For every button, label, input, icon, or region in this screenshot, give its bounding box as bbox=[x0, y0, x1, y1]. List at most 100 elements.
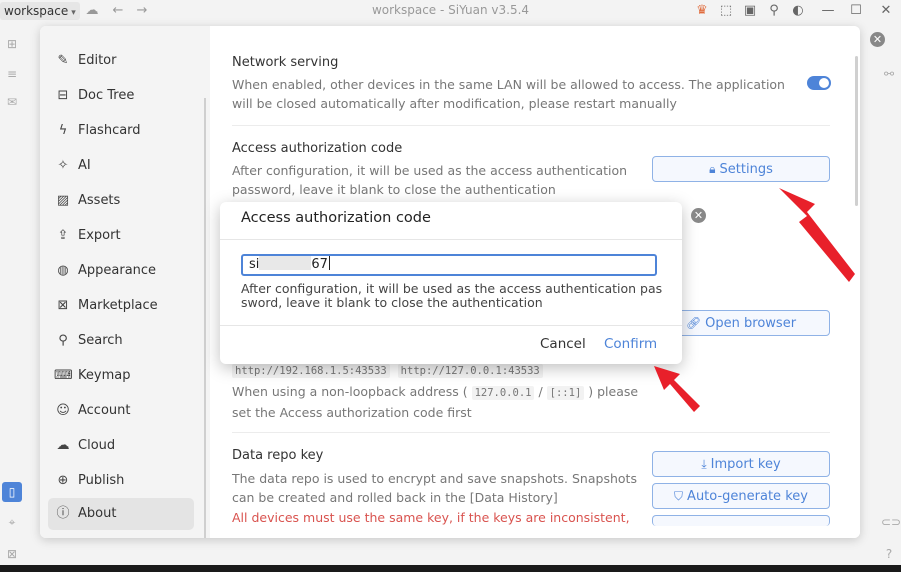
user-icon: ☺ bbox=[56, 403, 70, 418]
shield-icon: ⛉ bbox=[674, 489, 684, 503]
auto-generate-key-button[interactable]: ⛉ Auto-generate key bbox=[652, 483, 830, 509]
sidebar-item-search[interactable]: ⚲ Search bbox=[48, 325, 194, 357]
dialog-title: Access authorization code bbox=[241, 210, 431, 226]
image-icon: ▨ bbox=[56, 193, 70, 208]
sidebar-item-editor[interactable]: ✎ Editor bbox=[48, 45, 194, 77]
crown-icon[interactable]: ♛ bbox=[694, 3, 710, 19]
export-icon: ⇪ bbox=[57, 228, 69, 243]
bookmark-icon[interactable]: ▯ bbox=[2, 482, 22, 502]
sidebar-item-label: Export bbox=[78, 228, 121, 243]
network-serving-toggle[interactable] bbox=[807, 76, 831, 90]
ai-sparkle-icon: ✧ bbox=[57, 158, 69, 173]
text-caret bbox=[328, 256, 330, 270]
tray-icon[interactable]: ▣ bbox=[742, 3, 758, 19]
auth-code-dialog: Access authorization code si 67 After con… bbox=[220, 202, 682, 364]
status-bar: ⊠ ? bbox=[0, 543, 901, 565]
sidebar-item-ai[interactable]: ✧ AI bbox=[48, 150, 194, 182]
lan-address[interactable]: http://192.168.1.5:43533 bbox=[232, 364, 390, 378]
auth-code-prefix: si bbox=[249, 257, 260, 272]
help-icon[interactable]: ? bbox=[881, 546, 897, 562]
file-tree-icon[interactable]: ⊞ bbox=[4, 36, 20, 52]
lock-icon: 🔒︎ bbox=[709, 162, 716, 176]
sidebar-item-keymap[interactable]: ⌨ Keymap bbox=[48, 360, 194, 392]
cancel-button[interactable]: Cancel bbox=[540, 336, 586, 352]
graph-icon[interactable]: ⚯ bbox=[881, 66, 897, 82]
sidebar-item-publish[interactable]: ⊕ Publish bbox=[48, 465, 194, 497]
auth-code-input[interactable]: si 67 bbox=[241, 254, 657, 276]
sidebar-item-assets[interactable]: ▨ Assets bbox=[48, 185, 194, 217]
network-serving-desc: When enabled, other devices in the same … bbox=[232, 77, 785, 111]
maximize-icon[interactable]: ☐ bbox=[848, 3, 864, 19]
sidebar-item-cloud[interactable]: ☁ Cloud bbox=[48, 430, 194, 462]
sidebar-item-label: Account bbox=[78, 403, 131, 418]
divider bbox=[232, 432, 830, 433]
non-loopback-note: When using a non-loopback address ( 127.… bbox=[232, 382, 642, 422]
confirm-button[interactable]: Confirm bbox=[604, 336, 657, 352]
puzzle-icon[interactable]: ⬚ bbox=[718, 3, 734, 19]
sidebar-item-export[interactable]: ⇪ Export bbox=[48, 220, 194, 252]
content-scrollbar[interactable] bbox=[855, 56, 858, 206]
minimize-icon[interactable]: — bbox=[820, 3, 836, 19]
dock-toggle-icon[interactable]: ⊠ bbox=[4, 546, 20, 562]
sidebar-item-label: Assets bbox=[78, 193, 121, 208]
dialog-description: After configuration, it will be used as … bbox=[241, 281, 663, 310]
data-repo-key-desc: The data repo is used to encrypt and sav… bbox=[232, 471, 637, 505]
sidebar-item-doc-tree[interactable]: ⊟ Doc Tree bbox=[48, 80, 194, 112]
auth-code-title: Access authorization code bbox=[232, 141, 403, 156]
sidebar-item-label: About bbox=[78, 506, 117, 521]
sidebar-scrollbar[interactable] bbox=[204, 98, 206, 538]
annotation-arrow-confirm bbox=[654, 366, 700, 412]
keyboard-icon: ⌨ bbox=[54, 368, 73, 383]
outline-icon[interactable]: ≡ bbox=[4, 66, 20, 82]
cloud-icon: ☁ bbox=[56, 438, 70, 453]
sidebar-item-label: Flashcard bbox=[78, 123, 141, 138]
divider bbox=[232, 125, 830, 126]
left-dock: ⊞ ≡ ✉ ▯ ⌖ bbox=[0, 22, 24, 542]
sidebar-item-label: Appearance bbox=[78, 263, 157, 278]
sidebar-item-label: Editor bbox=[78, 53, 117, 68]
download-icon: ⤓ bbox=[701, 457, 707, 471]
toggle-knob bbox=[819, 78, 829, 88]
marketplace-icon: ⊠ bbox=[57, 298, 69, 313]
backlink-icon[interactable]: ⊂⊃ bbox=[881, 514, 901, 530]
sidebar-item-label: Cloud bbox=[78, 438, 116, 453]
annotation-arrow-settings bbox=[779, 188, 855, 282]
data-repo-key-warning: All devices must use the same key, if th… bbox=[232, 510, 630, 525]
dialog-divider bbox=[220, 325, 682, 326]
sidebar-item-label: Keymap bbox=[78, 368, 131, 383]
dialog-divider bbox=[220, 239, 682, 240]
inbox-icon[interactable]: ✉ bbox=[4, 94, 20, 110]
sidebar-item-label: Search bbox=[78, 333, 123, 348]
import-key-label: Import key bbox=[710, 457, 781, 472]
close-dialog-icon[interactable]: ✕ bbox=[691, 208, 706, 223]
sidebar-item-about[interactable]: ⓘ About bbox=[48, 498, 194, 530]
auth-settings-button[interactable]: 🔒︎ Settings bbox=[652, 156, 830, 182]
sidebar-item-label: Publish bbox=[78, 473, 125, 488]
auth-code-desc: After configuration, it will be used as … bbox=[232, 163, 628, 197]
sidebar-item-label: AI bbox=[78, 158, 91, 173]
sidebar-item-marketplace[interactable]: ⊠ Marketplace bbox=[48, 290, 194, 322]
network-serving-title: Network serving bbox=[232, 55, 339, 70]
sidebar-item-label: Marketplace bbox=[78, 298, 158, 313]
search-icon[interactable]: ⚲ bbox=[766, 3, 782, 19]
settings-sidebar: ✎ Editor ⊟ Doc Tree ϟ Flashcard ✧ AI ▨ Assets… bbox=[40, 26, 210, 538]
import-key-button[interactable]: ⤓ Import key bbox=[652, 451, 830, 477]
loopback-address[interactable]: http://127.0.0.1:43533 bbox=[397, 364, 543, 378]
sidebar-item-account[interactable]: ☺ Account bbox=[48, 395, 194, 427]
close-settings-icon[interactable]: ✕ bbox=[870, 32, 885, 47]
sidebar-item-flashcard[interactable]: ϟ Flashcard bbox=[48, 115, 194, 147]
auth-settings-label: Settings bbox=[719, 162, 773, 177]
loopback-ipv6: [::1] bbox=[546, 386, 585, 400]
palette-icon: ◍ bbox=[57, 263, 69, 278]
theme-toggle-icon[interactable]: ◐ bbox=[790, 3, 806, 19]
data-repo-key-title: Data repo key bbox=[232, 448, 324, 463]
flashcard-icon: ϟ bbox=[58, 123, 68, 138]
tag-icon[interactable]: ⌖ bbox=[4, 514, 20, 530]
sidebar-item-appearance[interactable]: ◍ Appearance bbox=[48, 255, 194, 287]
doc-tree-icon: ⊟ bbox=[57, 88, 69, 103]
link-icon: 🔗︎ bbox=[685, 316, 702, 330]
open-browser-label: Open browser bbox=[705, 316, 797, 331]
close-window-icon[interactable]: ✕ bbox=[878, 3, 894, 19]
info-icon: ⓘ bbox=[56, 506, 70, 521]
next-key-button[interactable] bbox=[652, 515, 830, 526]
